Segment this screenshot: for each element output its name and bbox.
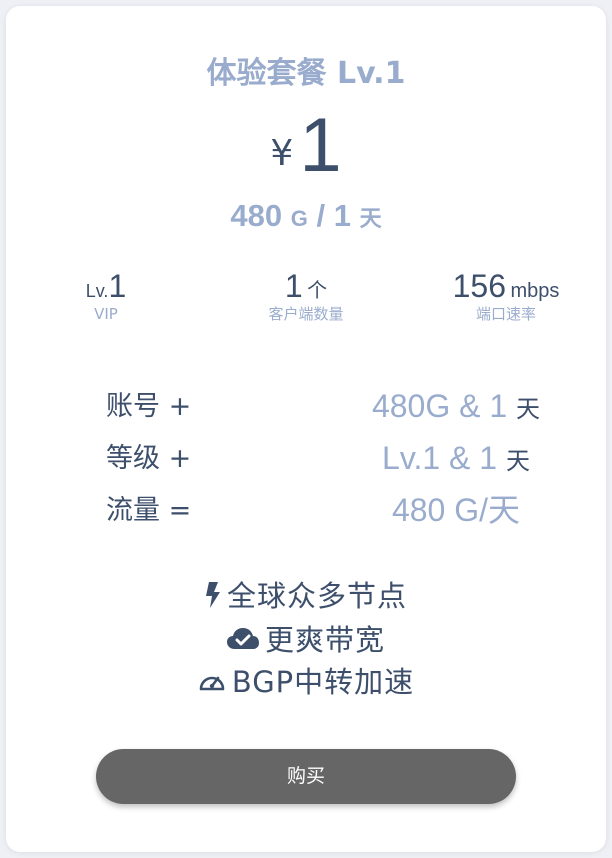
feature-bandwidth: 更爽带宽 bbox=[6, 620, 606, 660]
plan-stats: Lv.1 VIP 1 个 客户端数量 156 mbps 端口速率 bbox=[6, 268, 606, 332]
currency-symbol: ¥ bbox=[270, 133, 294, 174]
feature-text: 全球众多节点 bbox=[226, 579, 407, 613]
buy-button[interactable]: 购买 bbox=[96, 749, 516, 804]
feature-bgp-relay: BGP中转加速 bbox=[6, 662, 606, 702]
quota-days: 1 bbox=[333, 198, 351, 233]
plan-price: ¥1 bbox=[6, 106, 606, 186]
stat-unit: mbps bbox=[510, 280, 560, 302]
quota-amount: 480 bbox=[230, 198, 283, 233]
bolt-icon bbox=[205, 582, 220, 608]
price-amount: 1 bbox=[299, 103, 342, 188]
stat-port-speed: 156 mbps 端口速率 bbox=[406, 268, 606, 324]
detail-value: Lv.1 & 1 天 bbox=[382, 440, 530, 476]
detail-row-account: 账号 + 480G & 1 天 bbox=[6, 380, 606, 432]
plan-quota: 480 G / 1 天 bbox=[6, 196, 606, 239]
stat-value: 1 bbox=[108, 268, 127, 304]
feature-text: 更爽带宽 bbox=[264, 623, 385, 657]
detail-row-traffic: 流量 = 480 G/天 bbox=[6, 484, 606, 536]
detail-value: 480G & 1 天 bbox=[371, 388, 541, 424]
plan-card: 体验套餐 Lv.1 ¥1 480 G / 1 天 Lv.1 VIP 1 个 客户… bbox=[6, 6, 606, 852]
stat-unit: 个 bbox=[307, 280, 328, 302]
cloud-check-icon bbox=[226, 628, 259, 649]
speedometer-icon bbox=[199, 676, 225, 691]
stat-client-count: 1 个 客户端数量 bbox=[206, 268, 406, 324]
stat-prefix: Lv. bbox=[85, 281, 109, 301]
feature-global-nodes: 全球众多节点 bbox=[6, 576, 606, 616]
stat-caption: VIP bbox=[94, 305, 118, 323]
quota-day-unit: 天 bbox=[359, 206, 382, 231]
detail-label: 流量 = bbox=[106, 495, 192, 526]
stat-value: 1 bbox=[284, 268, 303, 304]
quota-separator: / bbox=[316, 198, 326, 233]
feature-text: BGP中转加速 bbox=[231, 665, 415, 699]
stat-value: 156 bbox=[452, 268, 507, 304]
detail-row-level: 等级 + Lv.1 & 1 天 bbox=[6, 432, 606, 484]
detail-label: 等级 + bbox=[106, 443, 192, 474]
stat-caption: 客户端数量 bbox=[268, 305, 344, 323]
detail-label: 账号 + bbox=[106, 391, 192, 422]
plan-title: 体验套餐 Lv.1 bbox=[206, 56, 406, 91]
stat-vip-level: Lv.1 VIP bbox=[6, 268, 206, 324]
detail-value: 480 G/天 bbox=[391, 492, 521, 528]
stat-caption: 端口速率 bbox=[475, 305, 536, 323]
quota-unit: G bbox=[290, 206, 308, 231]
